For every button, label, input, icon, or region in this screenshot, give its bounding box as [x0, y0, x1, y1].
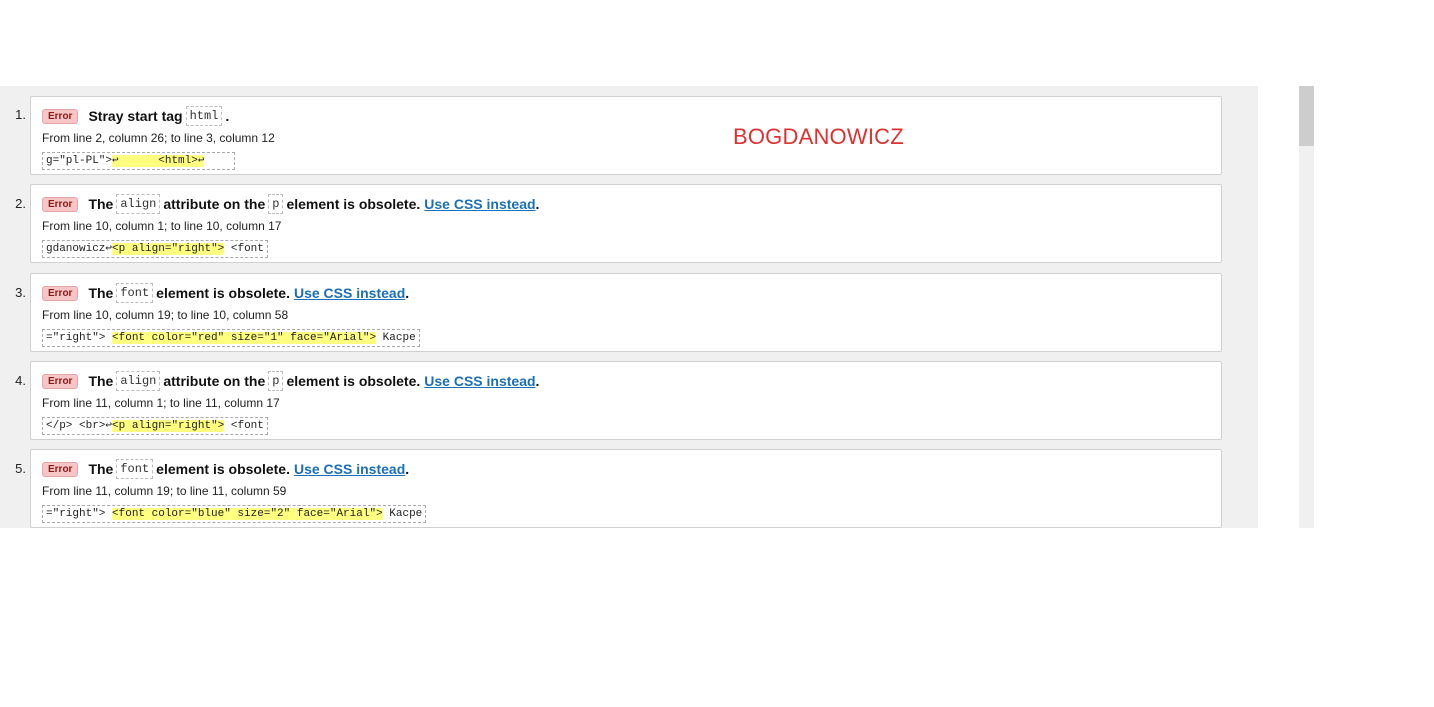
validator-results-panel: 1. Error Stray start tag html . From lin… — [0, 86, 1258, 528]
scrollbar-thumb[interactable] — [1299, 86, 1314, 146]
message-text: Error The font element is obsolete. Use … — [42, 282, 409, 304]
extract-highlight: <p align="right"> — [112, 420, 225, 432]
code-snippet: align — [116, 371, 161, 391]
message-text: Error The align attribute on the p eleme… — [42, 193, 539, 215]
error-message: Error The align attribute on the p eleme… — [30, 184, 1222, 263]
message-number: 4. — [15, 373, 26, 388]
message-number: 3. — [15, 285, 26, 300]
source-extract[interactable]: ="right"> <font color="blue" size="2" fa… — [42, 505, 427, 523]
source-extract[interactable]: ="right"> <font color="red" size="1" fac… — [42, 329, 420, 347]
use-css-instead-link[interactable]: Use CSS instead — [424, 373, 535, 389]
extract-highlight: <font color="blue" size="2" face="Arial"… — [112, 508, 383, 520]
message-text: Error Stray start tag html . — [42, 105, 229, 127]
message-part: attribute on the — [163, 196, 266, 212]
message-part: The — [88, 285, 114, 301]
error-badge: Error — [42, 461, 79, 477]
period: . — [405, 461, 410, 477]
error-location: From line 11, column 1; to line 11, colu… — [42, 396, 280, 410]
extract-before: gdanowicz↩ — [46, 243, 113, 255]
source-extract[interactable]: </p> <br>↩<p align="right"> <font — [42, 417, 268, 435]
extract-after — [204, 155, 230, 167]
code-snippet: html — [185, 106, 223, 126]
message-part: element is obsolete. — [286, 373, 421, 389]
code-snippet: font — [116, 283, 154, 303]
code-snippet: p — [268, 371, 284, 391]
period: . — [405, 285, 410, 301]
message-text: Error The align attribute on the p eleme… — [42, 370, 539, 392]
extract-highlight: <font color="red" size="1" face="Arial"> — [112, 332, 377, 344]
message-part: The — [88, 461, 114, 477]
error-location: From line 10, column 19; to line 10, col… — [42, 308, 289, 322]
error-message: Error The font element is obsolete. Use … — [30, 273, 1222, 352]
use-css-instead-link[interactable]: Use CSS instead — [424, 196, 535, 212]
error-location: From line 10, column 1; to line 10, colu… — [42, 219, 282, 233]
error-badge: Error — [42, 196, 79, 212]
extract-before: ="right"> — [46, 332, 113, 344]
error-message: Error The align attribute on the p eleme… — [30, 361, 1222, 440]
source-extract[interactable]: gdanowicz↩<p align="right"> <font — [42, 240, 268, 258]
error-location: From line 11, column 19; to line 11, col… — [42, 484, 287, 498]
message-number: 2. — [15, 196, 26, 211]
message-part: element is obsolete. — [156, 461, 290, 477]
error-location: From line 2, column 26; to line 3, colum… — [42, 131, 275, 145]
code-snippet: font — [116, 459, 154, 479]
message-part: The — [88, 196, 114, 212]
period: . — [535, 373, 540, 389]
error-message: Error Stray start tag html . From line 2… — [30, 96, 1222, 175]
extract-after: Kacpe — [376, 332, 416, 344]
message-part: The — [88, 373, 114, 389]
use-css-instead-link[interactable]: Use CSS instead — [294, 285, 405, 301]
message-part: element is obsolete. — [156, 285, 290, 301]
code-snippet: align — [116, 194, 161, 214]
message-part: attribute on the — [163, 373, 266, 389]
error-badge: Error — [42, 373, 79, 389]
message-number: 5. — [15, 461, 26, 476]
message-text: Error The font element is obsolete. Use … — [42, 458, 409, 480]
extract-highlight: <p align="right"> — [112, 243, 225, 255]
message-part: element is obsolete. — [286, 196, 421, 212]
error-badge: Error — [42, 108, 79, 124]
use-css-instead-link[interactable]: Use CSS instead — [294, 461, 405, 477]
extract-before: ="right"> — [46, 508, 113, 520]
extract-after: Kacpe — [382, 508, 423, 520]
period: . — [535, 196, 540, 212]
error-badge: Error — [42, 285, 79, 301]
watermark-text: BOGDANOWICZ — [733, 124, 904, 149]
vertical-scrollbar[interactable] — [1299, 86, 1314, 528]
extract-before: </p> <br>↩ — [46, 420, 113, 432]
extract-before: g="pl-PL"> — [46, 155, 113, 167]
extract-after: <font — [224, 243, 264, 255]
source-extract[interactable]: g="pl-PL">↩ <html>↩ — [42, 152, 235, 170]
message-number: 1. — [15, 107, 26, 122]
extract-highlight: ↩ <html>↩ — [112, 155, 205, 167]
extract-after: <font — [224, 420, 264, 432]
error-message: Error The font element is obsolete. Use … — [30, 449, 1222, 528]
message-part: . — [225, 108, 230, 124]
message-part: Stray start tag — [88, 108, 183, 124]
code-snippet: p — [268, 194, 284, 214]
